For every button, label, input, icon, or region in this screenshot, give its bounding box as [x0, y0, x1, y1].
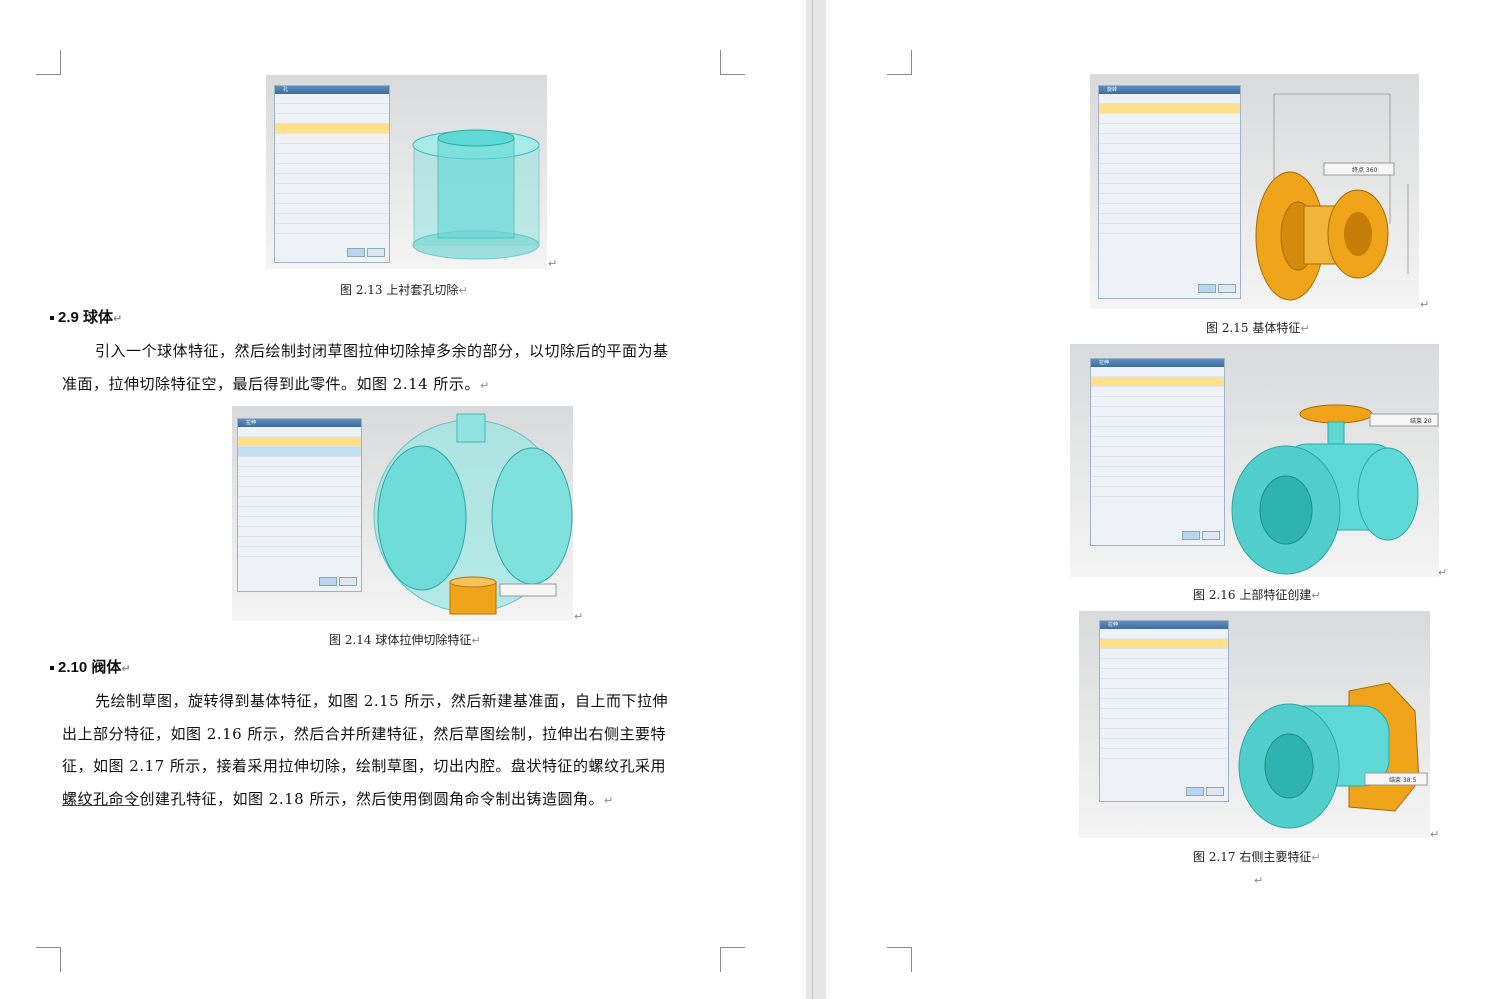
valve-body-model-icon: 终点 360	[1255, 93, 1409, 301]
crop-mark-bottom-right	[720, 947, 745, 972]
figure-2-16-caption: 图 2.16 上部特征创建↵	[1193, 588, 1321, 602]
return-mark: ↵	[1430, 828, 1440, 841]
page-divider	[812, 0, 813, 999]
figure-2-14-image: 拉伸	[232, 406, 573, 621]
bushing-model-icon	[412, 129, 540, 260]
paragraph-line: 引入一个球体特征，然后绘制封闭草图拉伸切除掉多余的部分，以切除后的平面为基	[95, 342, 669, 360]
figure-2-14-caption: 图 2.14 球体拉伸切除特征↵	[329, 633, 481, 647]
paragraph-line: 出上部分特征，如图 2.16 所示，然后合并所建特征，然后草图绘制，拉伸出右侧主…	[62, 725, 666, 743]
figure-2-13-caption: 图 2.13 上衬套孔切除↵	[340, 283, 468, 297]
crop-mark-bottom-left	[887, 947, 912, 972]
figure-2-15-image: 旋转 终点 360	[1090, 74, 1419, 309]
sphere-model-icon	[373, 413, 573, 615]
figure-2-17-image: 拉伸 结束 38.5	[1079, 611, 1430, 838]
page-gutter	[806, 0, 826, 999]
return-mark: ↵	[548, 257, 558, 270]
section-2-10-heading: 2.10 阀体↵	[50, 656, 131, 677]
figure-2-13-image: 孔	[266, 75, 547, 269]
crop-mark-top-left	[887, 50, 912, 75]
paragraph-line: 螺纹孔命令创建孔特征，如图 2.18 所示，然后使用倒圆角命令制出铸造圆角。↵	[62, 790, 614, 808]
return-mark: ↵	[1420, 298, 1430, 311]
return-mark: ↵	[1254, 874, 1264, 887]
figure-2-17-caption: 图 2.17 右侧主要特征↵	[1193, 850, 1321, 864]
crop-mark-top-right	[720, 50, 745, 75]
end-readout: 结束 38.5	[1389, 776, 1416, 784]
right-page: 旋转 终点 360 ↵ 图 2.15 基体特征↵ 拉伸 结束 20 ↵ 图 2.…	[826, 0, 1494, 999]
paragraph-line: 准面，拉伸切除特征空，最后得到此零件。如图 2.14 所示。↵	[62, 375, 490, 393]
left-page: 孔 ↵ 图 2.13 上衬套孔切除↵ 2.9 球体↵ 引入一个球体特征，然后绘制…	[0, 0, 806, 999]
valve-top-feature-model-icon: 结束 20	[1231, 404, 1439, 575]
crop-mark-top-left	[36, 50, 61, 75]
return-mark: ↵	[574, 610, 584, 623]
end-readout: 结束 20	[1410, 417, 1432, 425]
paragraph-line: 征，如图 2.17 所示，接着采用拉伸切除，绘制草图，切出内腔。盘状特征的螺纹孔…	[62, 757, 666, 775]
paragraph-line: 先绘制草图，旋转得到基体特征，如图 2.15 所示，然后新建基准面，自上而下拉伸	[95, 692, 668, 710]
thread-hole-command-link[interactable]: 螺纹孔命令	[62, 790, 140, 808]
figure-2-16-image: 拉伸 结束 20	[1070, 344, 1439, 577]
end-readout: 终点 360	[1352, 166, 1378, 174]
crop-mark-bottom-left	[36, 947, 61, 972]
section-2-9-heading: 2.9 球体↵	[50, 306, 122, 327]
valve-right-feature-model-icon: 结束 38.5	[1238, 682, 1428, 829]
figure-2-15-caption: 图 2.15 基体特征↵	[1206, 321, 1310, 335]
return-mark: ↵	[1438, 566, 1448, 579]
